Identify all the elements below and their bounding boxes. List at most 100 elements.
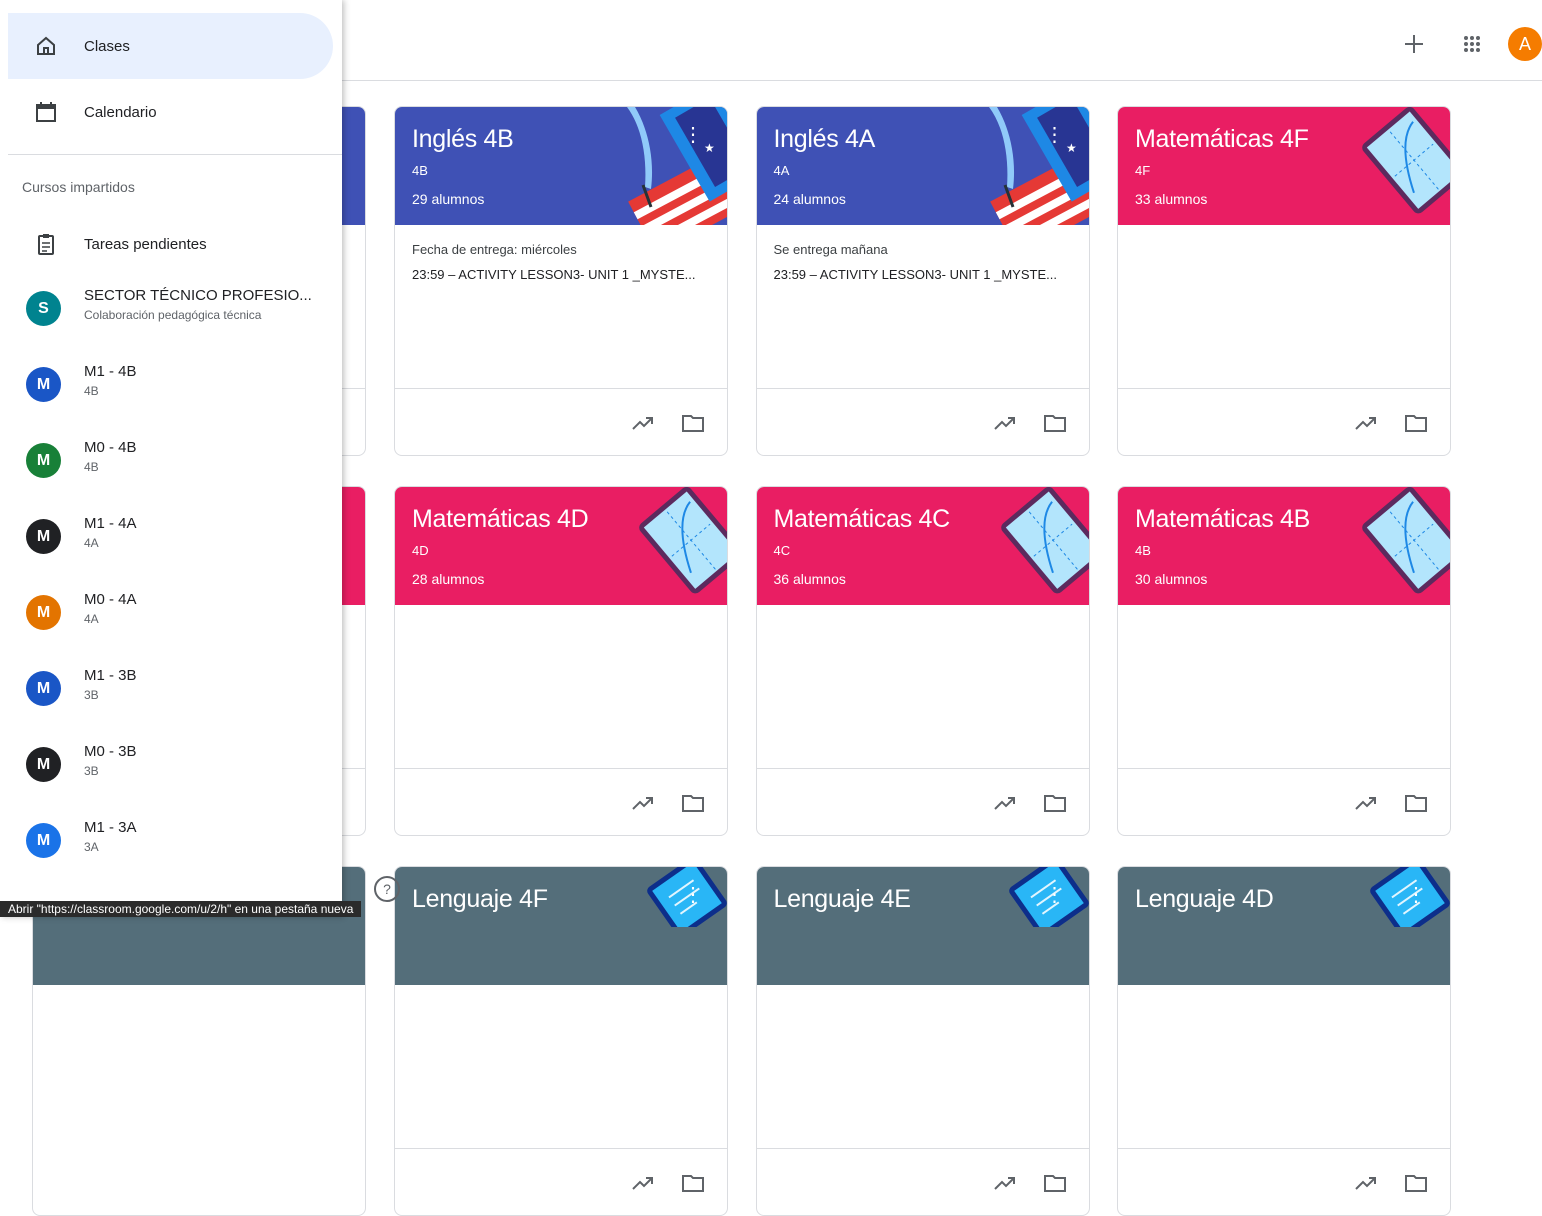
- class-card[interactable]: Matemáticas 4C 4C 36 alumnos: [755, 486, 1090, 836]
- nav-item-clases[interactable]: Clases: [8, 13, 333, 79]
- card-section: 4D: [412, 543, 429, 558]
- trending-up-icon[interactable]: [991, 409, 1019, 437]
- plus-icon[interactable]: [1394, 24, 1434, 64]
- card-header[interactable]: Lenguaje 4D ⋮: [1118, 867, 1450, 985]
- card-header[interactable]: Lenguaje 4F ⋮: [395, 867, 727, 985]
- card-header[interactable]: Matemáticas 4B 4B 30 alumnos: [1118, 487, 1450, 605]
- folder-icon[interactable]: [679, 789, 707, 817]
- class-card[interactable]: Lenguaje 4F ⋮: [394, 866, 728, 1216]
- card-title[interactable]: Lenguaje 4F: [412, 885, 548, 914]
- course-subtitle: 3B: [84, 688, 99, 702]
- card-due-date: Fecha de entrega: miércoles: [412, 242, 577, 257]
- card-header[interactable]: Matemáticas 4C 4C 36 alumnos: [756, 487, 1089, 605]
- card-footer: [756, 388, 1089, 455]
- trending-up-icon[interactable]: [1352, 1169, 1380, 1197]
- course-name: M1 - 3A: [84, 819, 137, 836]
- course-item[interactable]: S SECTOR TÉCNICO PROFESIO... Colaboración …: [8, 273, 342, 345]
- course-item[interactable]: M M0 - 4A 4A: [8, 577, 342, 649]
- card-section: 4F: [1135, 163, 1151, 178]
- folder-icon[interactable]: [1402, 789, 1430, 817]
- course-item[interactable]: M M1 - 4B 4B: [8, 349, 342, 421]
- more-vert-icon[interactable]: ⋮: [683, 885, 703, 905]
- class-card[interactable]: Lenguaje 4D ⋮: [1117, 866, 1451, 1216]
- card-task[interactable]: 23:59 – ACTIVITY LESSON3- UNIT 1 _MYSTE.…: [774, 267, 1079, 282]
- trending-up-icon[interactable]: [991, 1169, 1019, 1197]
- divider: [8, 154, 342, 155]
- language-illustration-icon: [1370, 867, 1450, 927]
- navigation-drawer: Clases Calendario Cursos impartidos Tare…: [0, 0, 342, 917]
- class-card[interactable]: Matemáticas 4B 4B 30 alumnos: [1117, 486, 1451, 836]
- card-task[interactable]: 23:59 – ACTIVITY LESSON3- UNIT 1 _MYSTE.…: [412, 267, 717, 282]
- course-avatar: M: [26, 443, 61, 478]
- trending-up-icon[interactable]: [1352, 789, 1380, 817]
- course-item[interactable]: M M0 - 4B 4B: [8, 425, 342, 497]
- card-footer: [1118, 768, 1450, 835]
- card-title[interactable]: Matemáticas 4F: [1135, 125, 1309, 154]
- course-subtitle: 4A: [84, 612, 99, 626]
- card-title[interactable]: Lenguaje 4D: [1135, 885, 1274, 914]
- course-name: M1 - 4A: [84, 515, 137, 532]
- course-avatar: M: [26, 747, 61, 782]
- apps-grid-icon[interactable]: [1452, 24, 1492, 64]
- course-item[interactable]: M M0 - 3B 3B: [8, 729, 342, 801]
- more-vert-icon[interactable]: ⋮: [1406, 885, 1426, 905]
- card-due-date: Se entrega mañana: [773, 242, 888, 257]
- card-title[interactable]: Matemáticas 4B: [1135, 505, 1310, 534]
- help-icon[interactable]: ?: [374, 876, 400, 902]
- class-card[interactable]: Lenguaje 4E ⋮: [755, 866, 1090, 1216]
- more-vert-icon[interactable]: ⋮: [1045, 125, 1065, 145]
- nav-label: Clases: [84, 37, 130, 55]
- course-item[interactable]: M M1 - 3A 3A: [8, 805, 342, 877]
- math-illustration-icon: [1362, 487, 1450, 594]
- course-subtitle: Colaboración pedagógica técnica: [84, 308, 262, 322]
- card-title[interactable]: Matemáticas 4D: [412, 505, 589, 534]
- card-title[interactable]: Inglés 4B: [412, 125, 514, 154]
- course-item[interactable]: M M1 - 4A 4A: [8, 501, 342, 573]
- account-avatar[interactable]: A: [1508, 27, 1542, 61]
- card-footer: [1118, 1148, 1450, 1215]
- card-title[interactable]: Lenguaje 4E: [774, 885, 911, 914]
- trending-up-icon[interactable]: [991, 789, 1019, 817]
- card-students-count: 28 alumnos: [412, 571, 485, 587]
- class-card[interactable]: ★ Inglés 4A 4A 24 alumnos ⋮ Se entrega mañana…: [755, 106, 1090, 456]
- course-avatar: M: [26, 367, 61, 402]
- card-students-count: 36 alumnos: [773, 571, 846, 587]
- nav-item-calendario[interactable]: Calendario: [8, 79, 333, 145]
- card-header[interactable]: Lenguaje 4E ⋮: [756, 867, 1089, 985]
- class-card-partial[interactable]: [32, 866, 366, 1216]
- card-footer: [395, 1148, 727, 1215]
- more-vert-icon[interactable]: ⋮: [1045, 885, 1065, 905]
- svg-text:★: ★: [704, 141, 715, 155]
- trending-up-icon[interactable]: [629, 1169, 657, 1197]
- folder-icon[interactable]: [679, 409, 707, 437]
- class-card[interactable]: Matemáticas 4D 4D 28 alumnos: [394, 486, 728, 836]
- card-title[interactable]: Inglés 4A: [774, 125, 876, 154]
- card-section: 4B: [1135, 543, 1151, 558]
- folder-icon[interactable]: [1041, 789, 1069, 817]
- language-illustration-icon: [1008, 867, 1089, 927]
- course-item[interactable]: M M1 - 3B 3B: [8, 653, 342, 725]
- trending-up-icon[interactable]: [1352, 409, 1380, 437]
- top-actions: A: [1376, 20, 1542, 68]
- class-card[interactable]: ★ Inglés 4B 4B 29 alumnos ⋮ Fecha de entrega:…: [394, 106, 728, 456]
- card-header[interactable]: ★ Inglés 4B 4B 29 alumnos ⋮: [395, 107, 727, 225]
- card-header[interactable]: ★ Inglés 4A 4A 24 alumnos ⋮: [756, 107, 1089, 225]
- course-avatar: M: [26, 671, 61, 706]
- nav-label: Tareas pendientes: [84, 235, 207, 253]
- more-vert-icon[interactable]: ⋮: [683, 125, 703, 145]
- card-title[interactable]: Matemáticas 4C: [774, 505, 951, 534]
- trending-up-icon[interactable]: [629, 409, 657, 437]
- folder-icon[interactable]: [1041, 1169, 1069, 1197]
- class-card[interactable]: Matemáticas 4F 4F 33 alumnos: [1117, 106, 1451, 456]
- nav-item-tareas-pendientes[interactable]: Tareas pendientes: [8, 211, 333, 277]
- card-header[interactable]: Matemáticas 4F 4F 33 alumnos: [1118, 107, 1450, 225]
- card-header[interactable]: Matemáticas 4D 4D 28 alumnos: [395, 487, 727, 605]
- folder-icon[interactable]: [1041, 409, 1069, 437]
- status-bar-url: Abrir "https://classroom.google.com/u/2/…: [0, 901, 362, 917]
- folder-icon[interactable]: [679, 1169, 707, 1197]
- card-students-count: 24 alumnos: [773, 191, 846, 207]
- folder-icon[interactable]: [1402, 1169, 1430, 1197]
- trending-up-icon[interactable]: [629, 789, 657, 817]
- folder-icon[interactable]: [1402, 409, 1430, 437]
- math-illustration-icon: [1000, 487, 1089, 594]
